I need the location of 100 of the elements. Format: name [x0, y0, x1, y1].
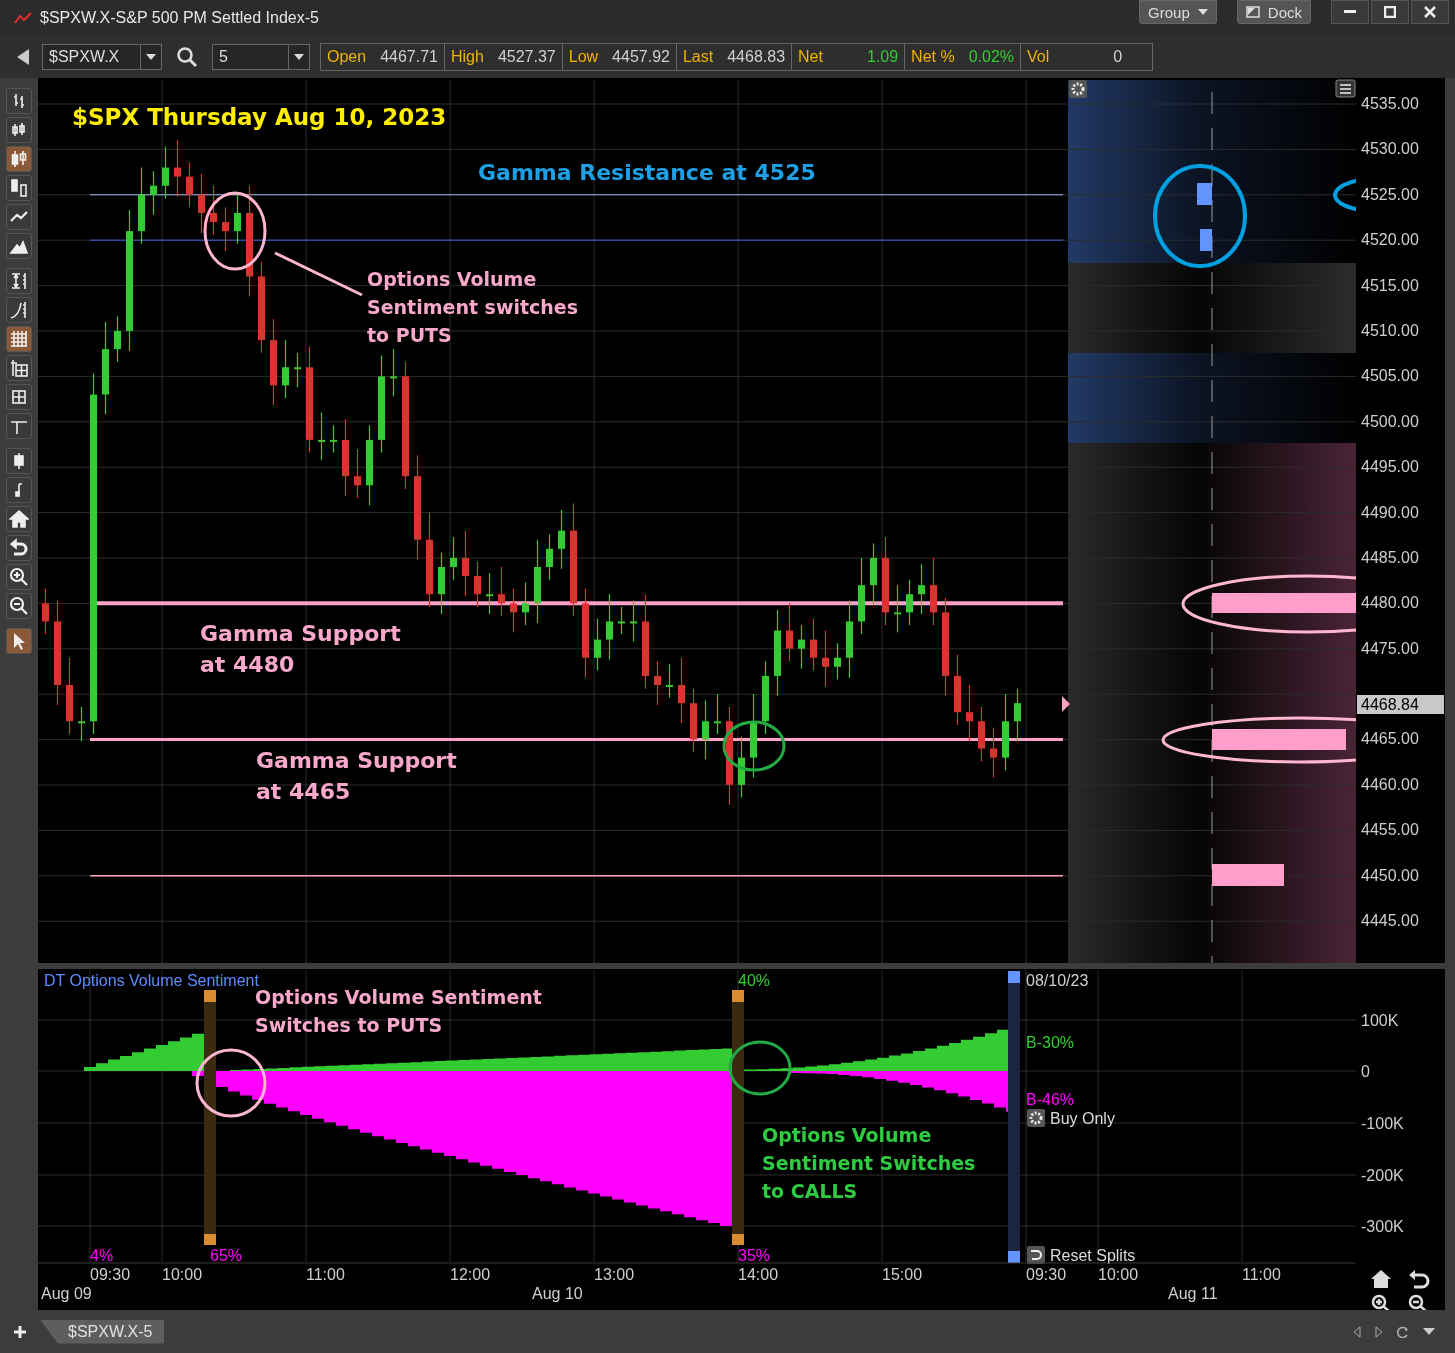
highlight-circle — [195, 1048, 267, 1118]
zoomin-icon — [9, 567, 29, 587]
candle — [486, 572, 493, 615]
candle — [834, 642, 841, 681]
candle — [906, 579, 913, 626]
settings-icon[interactable] — [1069, 80, 1087, 98]
time-label: 12:00 — [450, 1266, 491, 1283]
symbol-dropdown[interactable]: $SPXW.X — [42, 44, 162, 70]
price-label: 4530.00 — [1361, 140, 1419, 158]
volume-bar — [1200, 229, 1212, 251]
zoomout-tool[interactable] — [6, 593, 32, 619]
annotation-text: Gamma Resistance at 4525 — [478, 160, 816, 185]
candle — [978, 706, 985, 762]
quote-value: 4468.83 — [727, 48, 786, 66]
axis-label: -300K — [1361, 1218, 1404, 1235]
group-dropdown[interactable]: Group — [1139, 0, 1217, 24]
zoom-in-icon[interactable] — [1371, 1294, 1392, 1310]
split-percent: 4% — [90, 1247, 114, 1264]
refresh-icon[interactable] — [1397, 1325, 1409, 1338]
settings-icon[interactable] — [1027, 1109, 1045, 1127]
volume-bar — [1197, 183, 1212, 205]
candle — [174, 139, 181, 198]
bars2-tool[interactable] — [6, 117, 32, 143]
candle — [690, 688, 697, 753]
mode-label: Buy Only — [1050, 1110, 1115, 1127]
undo-icon[interactable] — [1409, 1270, 1430, 1289]
next-icon[interactable] — [1375, 1325, 1383, 1338]
candle — [498, 566, 505, 617]
annotation-text: Gamma Support at 4480 — [200, 621, 401, 677]
fit-tool[interactable] — [6, 268, 32, 294]
bars-tool[interactable] — [6, 88, 32, 114]
back-icon[interactable] — [16, 48, 30, 66]
crosshair-tool[interactable] — [6, 413, 32, 439]
axis-label: 0 — [1361, 1063, 1370, 1080]
candle — [810, 618, 817, 672]
search-icon[interactable] — [176, 46, 198, 68]
candle — [930, 557, 937, 626]
quote-label: Net — [798, 48, 823, 66]
time-label: 14:00 — [738, 1266, 779, 1283]
dropdown-icon[interactable] — [1423, 1328, 1435, 1335]
smallgrid-tool[interactable] — [6, 384, 32, 410]
line-tool[interactable] — [6, 204, 32, 230]
time-label: 11:00 — [1242, 1266, 1281, 1283]
time-label: 09:30 — [90, 1266, 131, 1283]
chart-title: $SPX Thursday Aug 10, 2023 — [72, 104, 447, 130]
zoom-out-icon[interactable] — [1408, 1294, 1429, 1310]
add-tab-icon[interactable] — [14, 1325, 26, 1338]
minimize-button[interactable] — [1331, 0, 1369, 24]
candle — [606, 593, 613, 661]
quote-value: 4527.37 — [497, 48, 556, 66]
time-label: 09:30 — [1026, 1266, 1067, 1283]
close-button[interactable] — [1411, 0, 1449, 24]
date-label: Aug 09 — [41, 1285, 92, 1302]
interval-dropdown[interactable]: 5 — [212, 44, 310, 70]
price-label: 4520.00 — [1361, 231, 1419, 249]
home-tool[interactable] — [6, 506, 32, 532]
grid-tool[interactable] — [6, 326, 32, 352]
maximize-icon — [1384, 6, 1396, 18]
candle — [630, 599, 637, 642]
log-icon — [9, 300, 29, 320]
grid-icon — [9, 329, 29, 349]
candle — [918, 563, 925, 615]
volume-bar — [1212, 864, 1284, 886]
price-label: 4505.00 — [1361, 367, 1419, 385]
narrow-tool[interactable] — [6, 477, 32, 503]
candle — [42, 588, 49, 635]
quote-label: Net % — [911, 48, 955, 66]
price-label: 4475.00 — [1361, 639, 1419, 657]
quote-value: 1.09 — [866, 48, 899, 66]
mountain-tool[interactable] — [6, 233, 32, 259]
date-label: Aug 10 — [532, 1285, 583, 1302]
hollow-tool[interactable] — [6, 175, 32, 201]
candles-tool[interactable] — [6, 146, 32, 172]
maximize-button[interactable] — [1371, 0, 1409, 24]
reset-splits-link[interactable]: Reset Splits — [1050, 1247, 1136, 1264]
candle — [510, 588, 517, 633]
split-percent: 35% — [738, 1247, 771, 1264]
buy-percent: B-30% — [1026, 1034, 1075, 1051]
highlight-circle — [722, 720, 786, 772]
previous-icon[interactable] — [1353, 1325, 1361, 1338]
pointer-tool[interactable] — [6, 628, 32, 654]
menu-icon[interactable] — [1335, 79, 1356, 98]
candle — [990, 727, 997, 779]
home-icon[interactable] — [1371, 1270, 1391, 1288]
minimize-icon — [1344, 10, 1356, 14]
wide-tool[interactable] — [6, 448, 32, 474]
candle — [282, 339, 289, 399]
annotation-text: Options Volume Sentiment Switches to PUTS — [255, 986, 542, 1036]
undo-tool[interactable] — [6, 535, 32, 561]
log-tool[interactable] — [6, 297, 32, 323]
candle — [702, 699, 709, 761]
dock-button[interactable]: Dock — [1236, 0, 1311, 24]
table-tool[interactable] — [6, 355, 32, 381]
axis-label: -100K — [1361, 1115, 1404, 1132]
zoomin-tool[interactable] — [6, 564, 32, 590]
candle — [522, 581, 529, 626]
window-title: $SPXW.X-S&P 500 PM Settled Index-5 — [40, 9, 319, 27]
split-percent: 65% — [210, 1247, 243, 1264]
caret-icon — [146, 54, 156, 60]
chart-tab[interactable]: $SPXW.X-5 — [40, 1319, 165, 1344]
